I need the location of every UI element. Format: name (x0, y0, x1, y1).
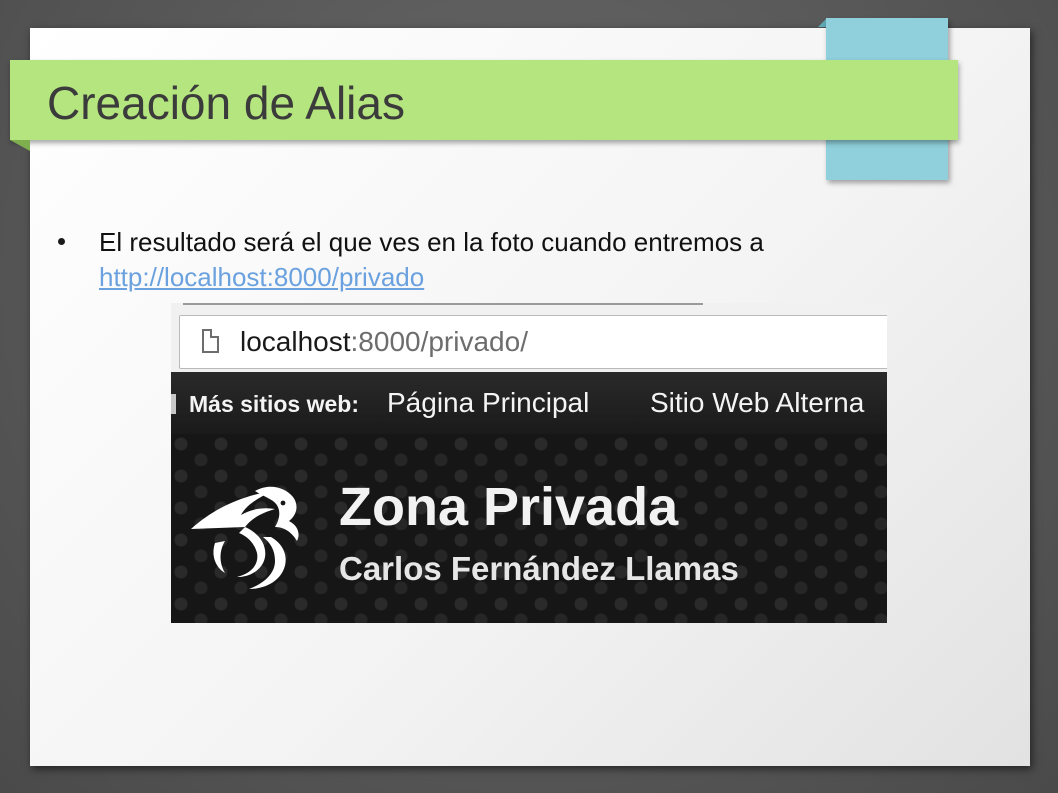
page-icon (202, 329, 219, 353)
bullet-item: El resultado será el que ves en la foto … (99, 225, 979, 295)
dragon-logo-icon (191, 486, 299, 589)
localhost-link[interactable]: http://localhost:8000/privado (99, 262, 424, 292)
site-nav-bar: Más sitios web: Página Principal Sitio W… (171, 372, 887, 435)
toolbar-edge (183, 303, 703, 305)
address-bar[interactable]: localhost:8000/privado/ (179, 315, 887, 369)
hero-subtitle: Carlos Fernández Llamas (339, 550, 739, 587)
nav-link-main[interactable]: Página Principal (387, 387, 589, 419)
address-url: localhost:8000/privado/ (240, 326, 528, 358)
nav-marker (171, 394, 176, 414)
nav-lead-label: Más sitios web: (189, 391, 359, 417)
nav-link-alternate[interactable]: Sitio Web Alterna (650, 387, 864, 419)
embedded-screenshot: localhost:8000/privado/ Más sitios web: … (171, 303, 887, 623)
bullet-dot (58, 238, 65, 245)
bullet-text: El resultado será el que ves en la foto … (99, 227, 764, 257)
slide-title: Creación de Alias (47, 77, 405, 129)
hero-title: Zona Privada (339, 477, 679, 537)
url-host: localhost (240, 326, 351, 357)
title-band-fold (10, 140, 30, 151)
url-path: :8000/privado/ (350, 326, 528, 357)
